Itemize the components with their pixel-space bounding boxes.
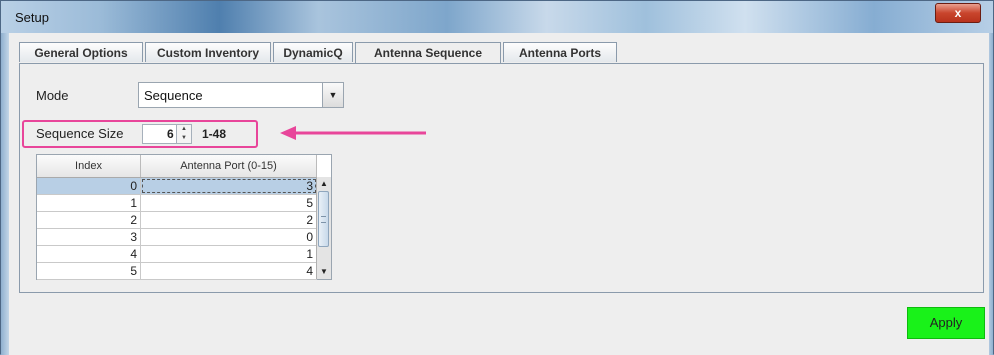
antenna-sequence-panel: Mode Sequence ▼ Sequence Size 6 ▲ ▼ 1-48… xyxy=(19,63,984,293)
table-row[interactable]: 0 3 xyxy=(37,178,317,195)
antenna-sequence-table: Index Antenna Port (0-15) 0 3 1 5 2 2 3 … xyxy=(36,154,332,280)
index-cell: 2 xyxy=(37,212,141,228)
mode-select-value: Sequence xyxy=(144,88,203,103)
antenna-port-cell[interactable]: 4 xyxy=(141,263,317,279)
index-cell: 3 xyxy=(37,229,141,245)
sequence-size-spinner[interactable]: 6 ▲ ▼ xyxy=(142,124,192,144)
sequence-size-label: Sequence Size xyxy=(36,126,124,141)
antenna-port-cell[interactable]: 1 xyxy=(141,246,317,262)
close-button[interactable]: x xyxy=(935,3,981,23)
tab-antenna-ports[interactable]: Antenna Ports xyxy=(503,42,617,62)
chevron-down-icon[interactable]: ▼ xyxy=(322,83,343,107)
scrollbar-thumb[interactable] xyxy=(318,191,329,247)
index-cell: 4 xyxy=(37,246,141,262)
window-title: Setup xyxy=(15,10,49,25)
scroll-up-icon[interactable]: ▲ xyxy=(317,177,331,191)
table-header: Index Antenna Port (0-15) xyxy=(37,155,317,178)
grip-icon xyxy=(321,216,326,223)
scroll-down-icon[interactable]: ▼ xyxy=(317,265,331,279)
title-bar[interactable]: Setup x xyxy=(1,1,993,33)
mode-select[interactable]: Sequence ▼ xyxy=(138,82,344,108)
apply-button[interactable]: Apply xyxy=(907,307,985,339)
arrow-icon xyxy=(280,126,426,140)
index-cell: 1 xyxy=(37,195,141,211)
table-scrollbar[interactable]: ▲ ▼ xyxy=(316,177,331,279)
table-row[interactable]: 4 1 xyxy=(37,246,317,263)
antenna-port-cell[interactable]: 5 xyxy=(141,195,317,211)
column-header-antenna-port[interactable]: Antenna Port (0-15) xyxy=(141,155,317,177)
tab-custom-inventory[interactable]: Custom Inventory xyxy=(145,42,271,62)
index-cell: 0 xyxy=(37,178,141,194)
tab-dynamicq[interactable]: DynamicQ xyxy=(273,42,353,62)
table-row[interactable]: 1 5 xyxy=(37,195,317,212)
antenna-port-cell[interactable]: 3 xyxy=(141,178,317,194)
table-row[interactable]: 3 0 xyxy=(37,229,317,246)
table-row[interactable]: 5 4 xyxy=(37,263,317,280)
antenna-port-cell[interactable]: 2 xyxy=(141,212,317,228)
setup-window: Setup x General Options Custom Inventory… xyxy=(0,0,994,355)
tab-general-options[interactable]: General Options xyxy=(19,42,143,62)
table-body: 0 3 1 5 2 2 3 0 4 1 5 4 xyxy=(37,178,317,280)
antenna-port-cell[interactable]: 0 xyxy=(141,229,317,245)
window-frame-left xyxy=(1,33,9,355)
column-header-index[interactable]: Index xyxy=(37,155,141,177)
mode-label: Mode xyxy=(36,88,69,103)
index-cell: 5 xyxy=(37,263,141,279)
dialog-content: General Options Custom Inventory Dynamic… xyxy=(9,33,989,355)
sequence-size-value: 6 xyxy=(167,127,174,141)
sequence-size-range: 1-48 xyxy=(202,127,227,141)
tab-antenna-sequence[interactable]: Antenna Sequence xyxy=(355,42,501,64)
table-row[interactable]: 2 2 xyxy=(37,212,317,229)
spinner-down-icon[interactable]: ▼ xyxy=(176,134,191,143)
